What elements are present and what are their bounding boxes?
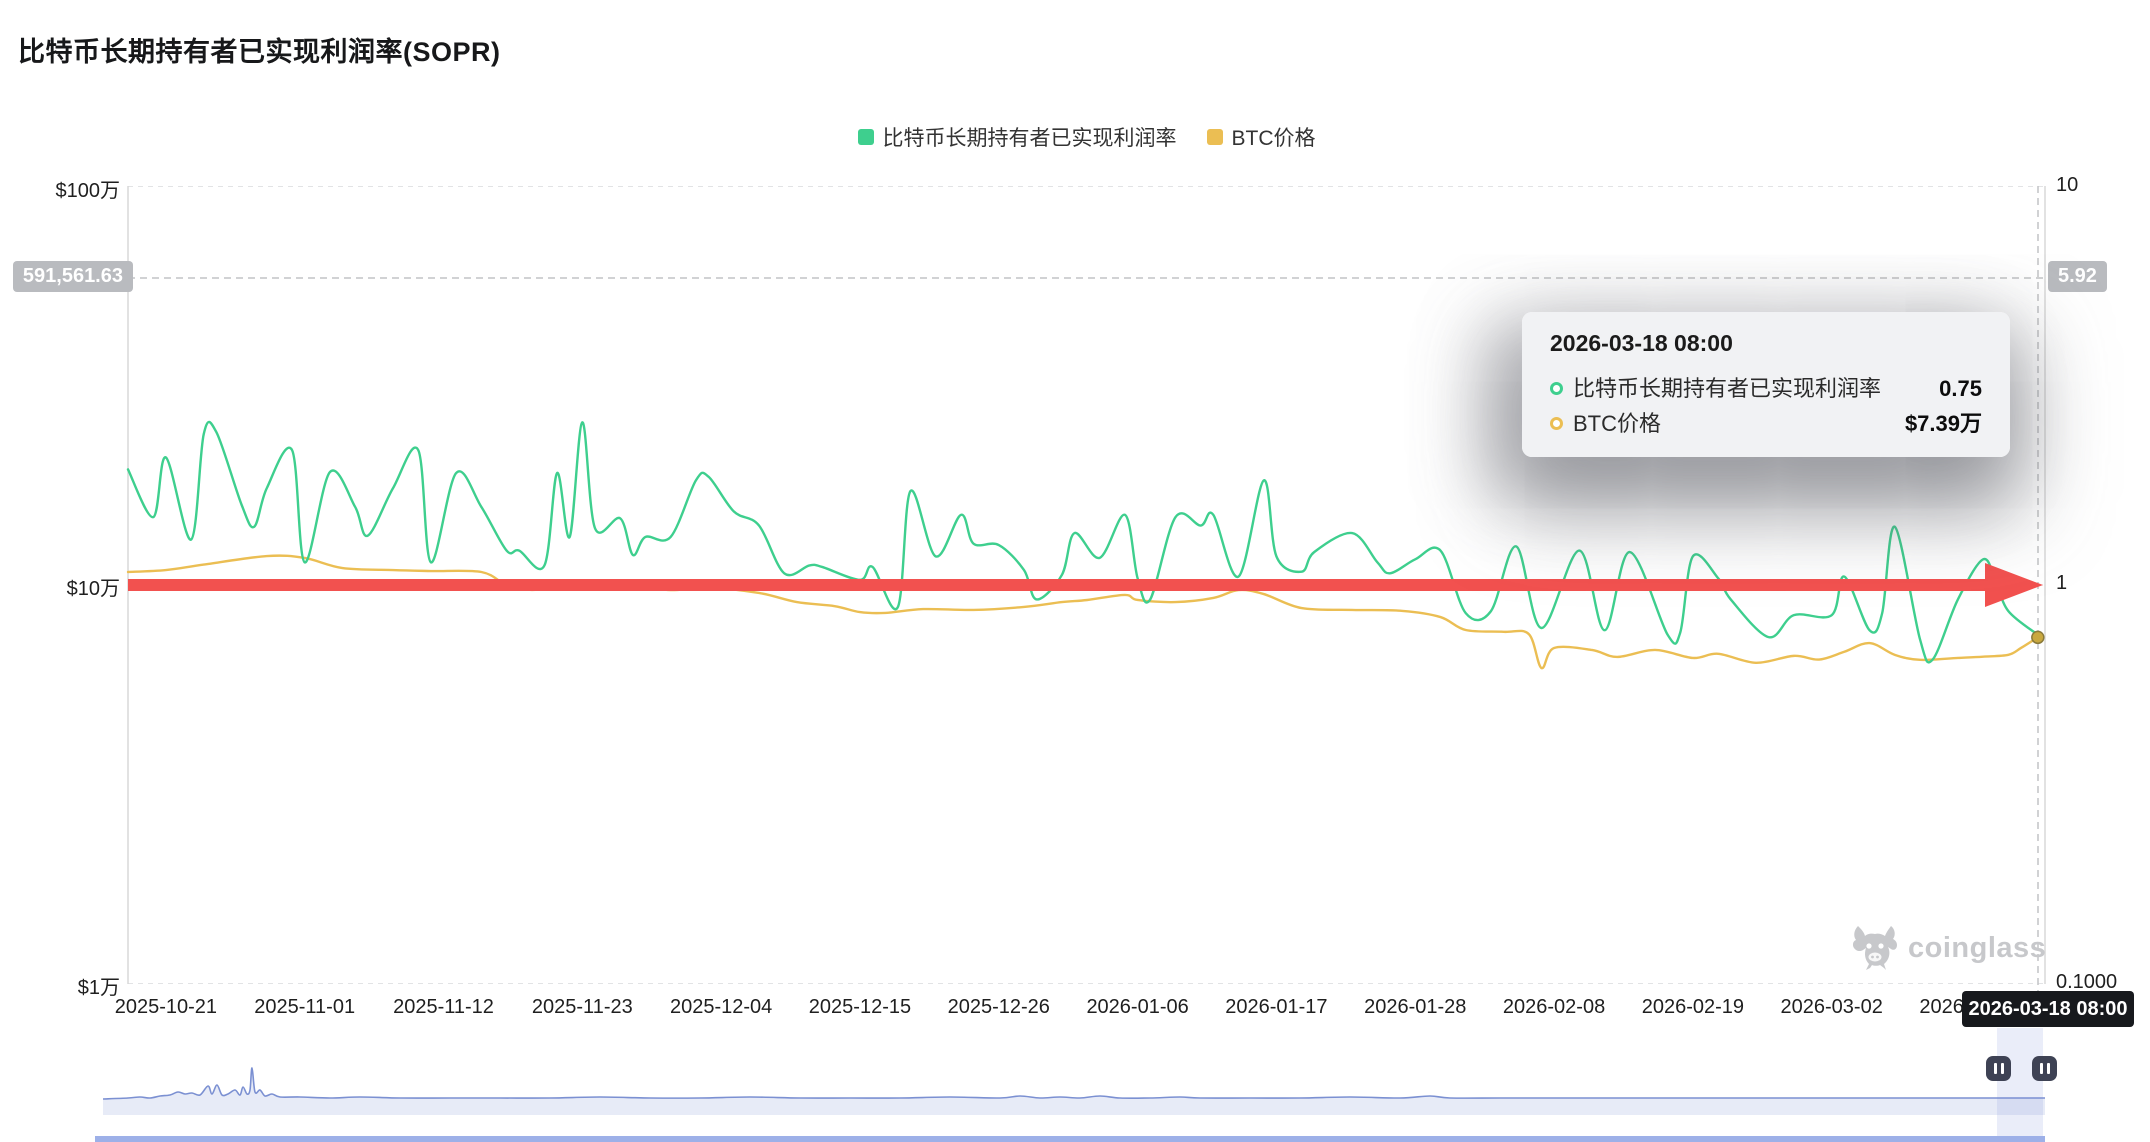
tooltip-series-label: BTC价格 (1573, 406, 1661, 441)
x-axis-tick-label: 2026-03-02 (1781, 996, 1883, 1019)
navigator-area[interactable] (103, 1068, 2045, 1115)
red-arrow-tail (128, 579, 1985, 591)
x-axis-tick-label: 2026-01-17 (1225, 996, 1327, 1019)
tooltip-series-label: 比特币长期持有者已实现利润率 (1573, 371, 1881, 406)
crosshair-right-badge: 5.92 (2048, 261, 2107, 292)
x-axis-tick-label: 2025-11-12 (393, 996, 494, 1019)
tooltip-row: BTC价格 $7.39万 (1550, 406, 1982, 441)
series-marker-icon (1550, 417, 1563, 430)
x-axis-tick-label: 2025-12-04 (670, 996, 772, 1019)
x-axis-tick-label: 2025-11-01 (254, 996, 355, 1019)
tooltip-series-value: 0.75 (1939, 371, 1982, 406)
tooltip-date: 2026-03-18 08:00 (1550, 330, 1982, 357)
coinglass-bull-icon (1852, 924, 1898, 972)
y-axis-right-label: 1 (2056, 572, 2067, 595)
tooltip-series-value: $7.39万 (1905, 406, 1982, 441)
pause-button-left[interactable] (1986, 1056, 2011, 1081)
crosshair-left-badge: 591,561.63 (13, 261, 133, 292)
pause-icon (2047, 1063, 2050, 1074)
x-axis-tick-label: 2025-12-15 (809, 996, 911, 1019)
btc-price-line (128, 556, 2038, 669)
y-axis-left-label: $1万 (10, 971, 120, 1000)
y-axis-right-label: 10 (2056, 174, 2078, 197)
x-axis-tick-label: 2025-12-26 (948, 996, 1050, 1019)
watermark-text: coinglass (1908, 932, 2046, 965)
y-axis-left-label: $10万 (10, 572, 120, 601)
chart-page: 比特币长期持有者已实现利润率(SOPR) 比特币长期持有者已实现利润率BTC价格… (0, 0, 2150, 1142)
x-axis-tick-label: 2026-01-28 (1364, 996, 1466, 1019)
series-marker-icon (1550, 382, 1563, 395)
x-axis-tick-label: 2025-10-21 (115, 996, 217, 1019)
bottom-scroll-bar[interactable] (95, 1136, 2045, 1142)
x-axis-tick-label: 2026-02-19 (1642, 996, 1744, 1019)
sopr-line (128, 422, 2038, 662)
chart-tooltip: 2026-03-18 08:00 比特币长期持有者已实现利润率0.75BTC价格… (1522, 312, 2010, 457)
red-arrow-head (1985, 563, 2043, 607)
x-axis-tick-label: 2025-11-23 (532, 996, 633, 1019)
navigator-highlight-column (1997, 1028, 2043, 1142)
crosshair-date-badge: 2026-03-18 08:00 (1962, 991, 2134, 1027)
navigator-line (103, 1068, 2045, 1099)
x-axis-tick-label: 2026-02-08 (1503, 996, 1605, 1019)
tooltip-rows: 比特币长期持有者已实现利润率 0.75 BTC价格 $7.39万 (1550, 371, 1982, 441)
last-point-marker (2032, 631, 2044, 643)
tooltip-row: 比特币长期持有者已实现利润率 0.75 (1550, 371, 1982, 406)
pause-icon (1994, 1063, 1997, 1074)
y-axis-left-label: $100万 (10, 174, 120, 203)
coinglass-watermark: coinglass (1852, 924, 2046, 972)
main-chart-canvas[interactable] (0, 0, 2150, 1142)
pause-icon (2001, 1063, 2004, 1074)
pause-button-right[interactable] (2032, 1056, 2057, 1081)
x-axis-tick-label: 2026-01-06 (1086, 996, 1188, 1019)
pause-icon (2040, 1063, 2043, 1074)
